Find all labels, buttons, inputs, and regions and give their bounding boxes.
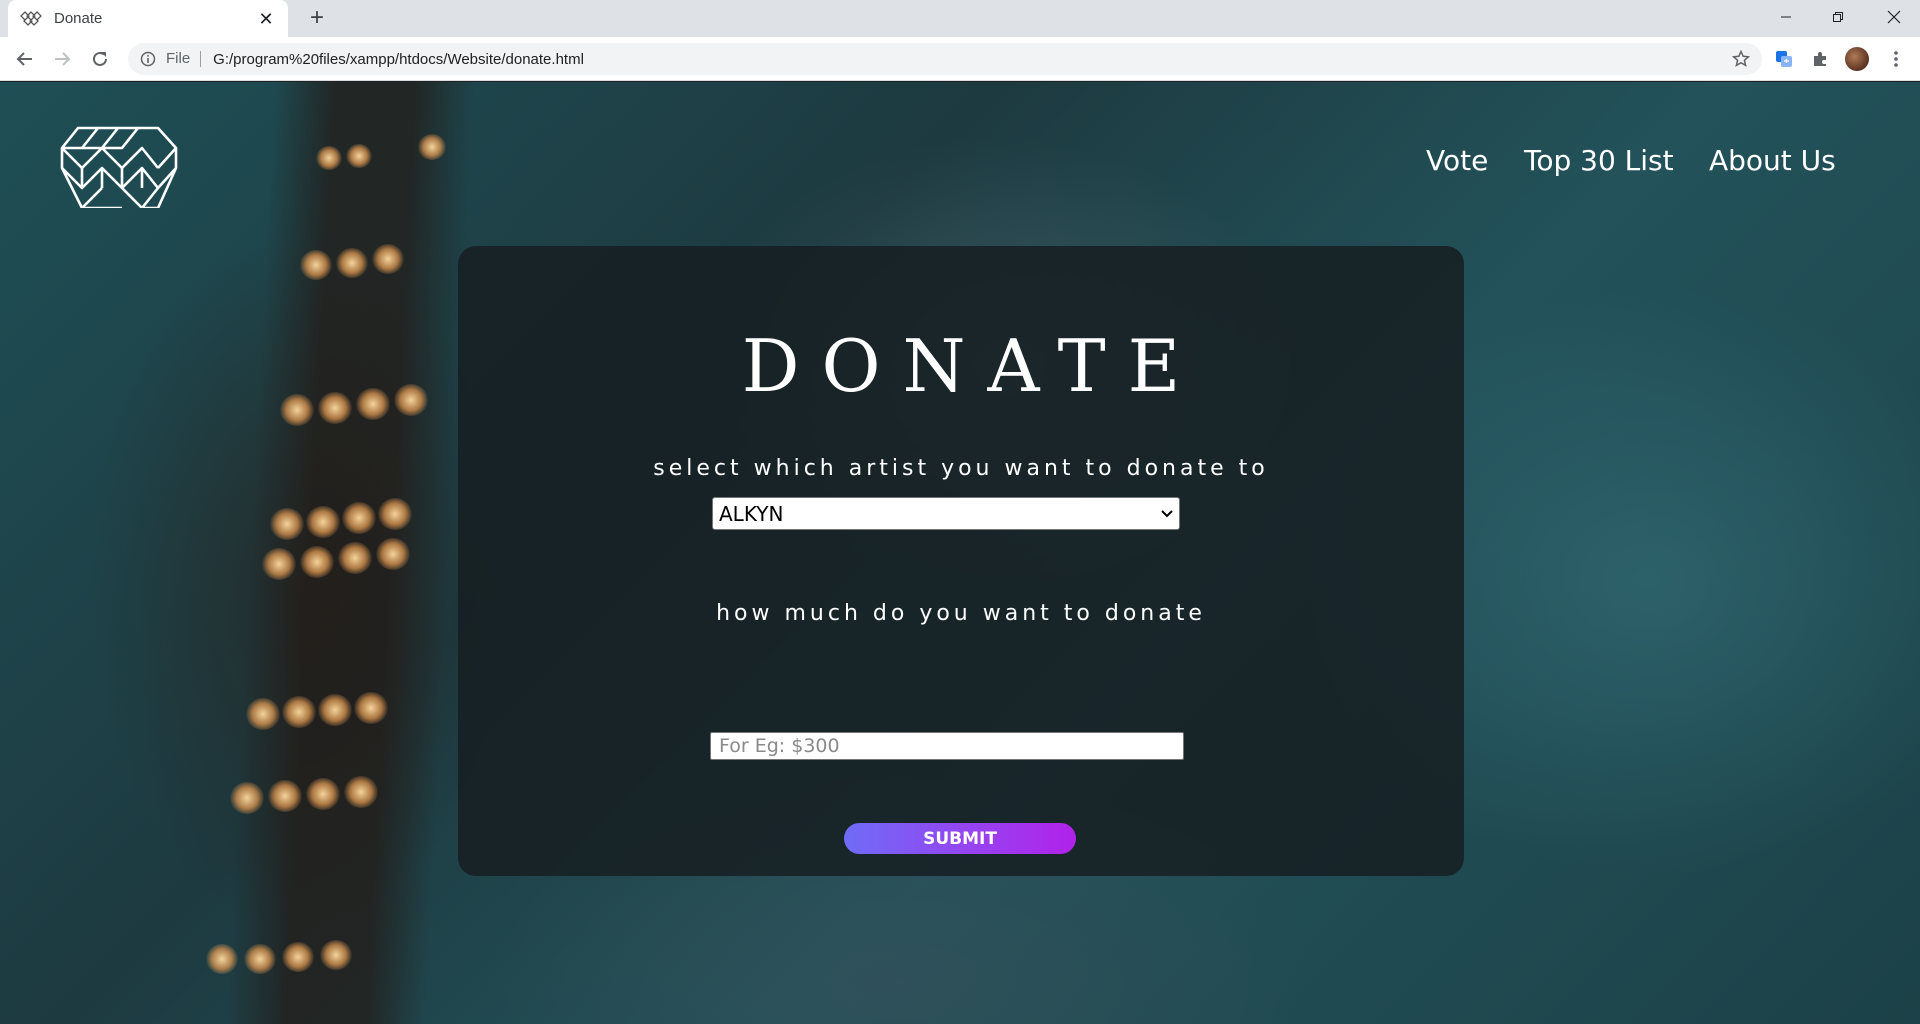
bokeh-light (346, 144, 372, 168)
site-logo-icon (20, 10, 42, 28)
translate-extension-icon[interactable] (1770, 45, 1798, 73)
bokeh-light (356, 388, 390, 420)
url-text[interactable]: G:/program%20files/xampp/htdocs/Website/… (213, 51, 1726, 68)
window-close-icon[interactable] (1868, 0, 1920, 34)
bokeh-light (318, 392, 352, 424)
star-icon[interactable] (1726, 44, 1756, 74)
artist-select-value: ALKYN (719, 501, 784, 526)
bokeh-light (418, 134, 446, 160)
bokeh-light (306, 506, 340, 538)
page-background: Vote Top 30 List About Us DONATE select … (0, 82, 1920, 1024)
bokeh-light (282, 696, 316, 728)
minimize-icon[interactable] (1760, 0, 1812, 34)
close-icon[interactable]: ✕ (256, 9, 276, 29)
puzzle-icon[interactable] (1806, 45, 1834, 73)
tab-title: Donate (54, 10, 103, 27)
nav-link-vote[interactable]: Vote (1426, 144, 1488, 177)
info-icon[interactable] (138, 49, 158, 69)
nav-link-about-us[interactable]: About Us (1709, 144, 1836, 177)
bokeh-light (268, 780, 302, 812)
chevron-down-icon (1161, 509, 1173, 517)
bokeh-light (378, 498, 412, 530)
bokeh-light (246, 698, 280, 730)
plus-icon[interactable]: + (304, 6, 330, 32)
site-logo[interactable] (58, 126, 180, 210)
browser-toolbar: File G:/program%20files/xampp/htdocs/Web… (0, 37, 1920, 81)
amount-label: how much do you want to donate (716, 601, 1206, 626)
bokeh-light (372, 244, 404, 274)
bokeh-light (316, 146, 342, 170)
bokeh-light (320, 940, 352, 970)
browser-tab[interactable]: Donate ✕ (8, 0, 288, 37)
bokeh-light (300, 250, 332, 280)
page-title: DONATE (741, 324, 1203, 408)
bokeh-light (336, 248, 368, 278)
bokeh-light (354, 692, 388, 724)
submit-button[interactable]: SUBMIT (844, 823, 1076, 854)
artist-select[interactable]: ALKYN (712, 497, 1180, 530)
bokeh-light (338, 542, 372, 574)
bokeh-light (282, 942, 314, 972)
reload-icon[interactable] (86, 45, 114, 73)
url-scheme-label: File (166, 51, 202, 67)
bokeh-light (262, 548, 296, 580)
bokeh-light (206, 944, 238, 974)
amount-input[interactable] (711, 733, 1183, 759)
bokeh-light (270, 508, 304, 540)
bokeh-light (344, 776, 378, 808)
donate-card: DONATE select which artist you want to d… (458, 246, 1464, 876)
bokeh-light (300, 546, 334, 578)
amount-input-wrapper (710, 732, 1184, 760)
bokeh-light (230, 782, 264, 814)
bokeh-light (244, 944, 276, 974)
back-arrow-icon[interactable] (11, 45, 39, 73)
bokeh-light (342, 502, 376, 534)
bokeh-light (376, 538, 410, 570)
kebab-menu-icon[interactable] (1882, 45, 1910, 73)
nav-link-top-30-list[interactable]: Top 30 List (1524, 144, 1674, 177)
bokeh-light (306, 778, 340, 810)
diamond-lattice-logo-icon (60, 126, 178, 210)
artist-select-label: select which artist you want to donate t… (653, 456, 1269, 481)
address-bar[interactable]: File G:/program%20files/xampp/htdocs/Web… (128, 43, 1762, 75)
profile-avatar[interactable] (1843, 45, 1871, 73)
bokeh-light (394, 384, 428, 416)
bokeh-light (280, 394, 314, 426)
forward-arrow-icon[interactable] (48, 45, 76, 73)
bokeh-light (318, 694, 352, 726)
restore-icon[interactable] (1812, 0, 1864, 34)
tab-strip: Donate ✕ + (0, 0, 1920, 37)
